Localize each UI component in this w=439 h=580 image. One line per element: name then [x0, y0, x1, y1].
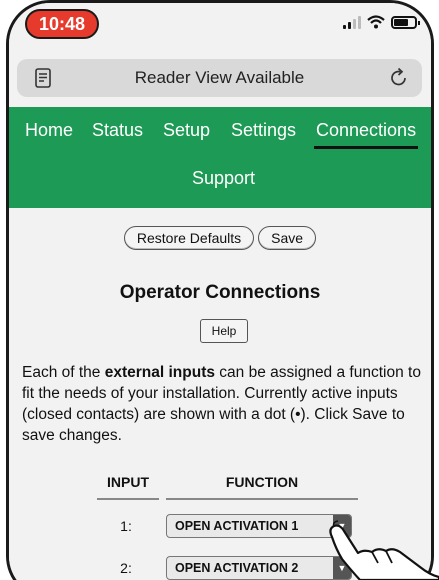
description-text: Each of the external inputs can be assig…: [22, 362, 427, 446]
description-bold: external inputs: [104, 364, 215, 381]
restore-defaults-button[interactable]: Restore Defaults: [123, 226, 255, 250]
pointing-hand-icon: [329, 520, 439, 580]
action-buttons: Restore Defaults Save: [9, 226, 431, 250]
nav-item-status[interactable]: Status: [92, 120, 143, 141]
nav-bar: Home Status Setup Settings Connections S…: [9, 107, 431, 208]
status-bar: 10:48: [9, 3, 431, 49]
page-title: Operator Connections: [119, 282, 321, 303]
help-button[interactable]: Help: [200, 319, 248, 343]
nav-item-settings[interactable]: Settings: [231, 120, 296, 141]
reader-view-icon[interactable]: [35, 68, 51, 88]
input-column-header: INPUT: [107, 474, 149, 490]
signal-icon: [343, 15, 361, 29]
nav-item-setup[interactable]: Setup: [163, 120, 210, 141]
system-icons: [343, 15, 420, 29]
wifi-icon: [367, 15, 385, 29]
nav-item-home[interactable]: Home: [25, 120, 73, 141]
battery-icon: [391, 15, 420, 29]
input-label: 2:: [120, 560, 132, 576]
nav-item-connections[interactable]: Connections: [316, 120, 416, 141]
input-label: 1:: [120, 518, 132, 534]
reload-icon[interactable]: [388, 67, 410, 89]
address-bar[interactable]: Reader View Available: [17, 59, 422, 97]
function-column-header: FUNCTION: [225, 474, 299, 490]
active-tab-underline: [314, 146, 418, 149]
function-select-value: OPEN ACTIVATION 2: [175, 561, 299, 575]
save-button[interactable]: Save: [258, 226, 317, 250]
function-select-value: OPEN ACTIVATION 1: [175, 519, 299, 533]
nav-item-support[interactable]: Support: [192, 168, 255, 189]
input-header-rule: [97, 498, 159, 500]
phone-frame: 10:48 Reader View Available Home Status …: [6, 0, 434, 580]
description-prefix: Each of the: [22, 364, 105, 381]
url-text: Reader View Available: [134, 68, 305, 87]
function-header-rule: [166, 498, 358, 500]
status-time: 10:48: [25, 9, 99, 39]
